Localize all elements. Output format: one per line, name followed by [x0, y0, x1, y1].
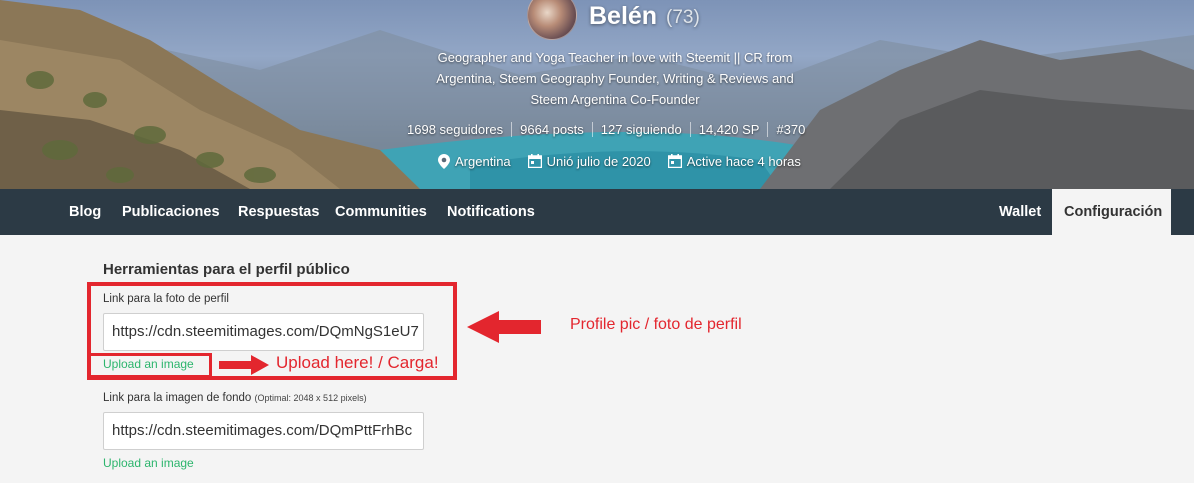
arrow-right-icon: [219, 355, 269, 375]
tab-respuestas[interactable]: Respuestas: [238, 189, 319, 235]
upload-cover-image-link[interactable]: Upload an image: [103, 456, 194, 470]
joined-date: Unió julio de 2020: [527, 153, 651, 169]
joined-text: Unió julio de 2020: [546, 153, 651, 169]
cover-image-url-input[interactable]: https://cdn.steemitimages.com/DQmPttFrhB…: [103, 412, 424, 450]
profile-stats: 1698 seguidores 9664 posts 127 siguiendo…: [407, 119, 813, 139]
location: Argentina: [438, 153, 511, 169]
tab-wallet[interactable]: Wallet: [999, 189, 1041, 235]
location-pin-icon: [438, 153, 450, 169]
rank: #370: [767, 121, 813, 137]
cover-image-hint: (Optimal: 2048 x 512 pixels): [254, 393, 367, 403]
profile-avatar[interactable]: [527, 0, 577, 40]
tab-publicaciones[interactable]: Publicaciones: [122, 189, 220, 235]
last-active: Active hace 4 horas: [667, 153, 801, 169]
calendar-icon: [527, 154, 542, 168]
posts-count: 9664 posts: [511, 121, 592, 137]
steem-power: 14,420 SP: [689, 121, 768, 137]
reputation-score: (73): [666, 7, 700, 28]
calendar-icon: [667, 154, 682, 168]
tab-blog[interactable]: Blog: [69, 189, 101, 235]
arrow-left-icon: [467, 311, 541, 343]
profile-nav: Blog Publicaciones Respuestas Communitie…: [0, 189, 1194, 235]
bio-line: Geographer and Yoga Teacher in love with…: [437, 50, 793, 65]
bio-line: Steem Argentina Co-Founder: [530, 92, 700, 107]
followers-count[interactable]: 1698 seguidores: [407, 122, 511, 137]
profile-name: Belén: [589, 2, 658, 30]
annotation-upload-text: Upload here! / Carga!: [276, 353, 439, 372]
profile-bio: Geographer and Yoga Teacher in love with…: [410, 47, 820, 110]
tab-notifications[interactable]: Notifications: [447, 189, 535, 235]
active-text: Active hace 4 horas: [686, 153, 801, 169]
profile-meta: Argentina Unió julio de 2020 Active hace…: [438, 152, 818, 170]
section-title: Herramientas para el perfil público: [103, 261, 350, 278]
cover-image-label-text: Link para la imagen de fondo: [103, 392, 252, 404]
cover-image-label: Link para la imagen de fondo (Optimal: 2…: [103, 392, 367, 404]
bio-line: Argentina, Steem Geography Founder, Writ…: [436, 71, 794, 86]
location-text: Argentina: [455, 153, 511, 169]
tab-communities[interactable]: Communities: [335, 189, 427, 235]
tab-settings[interactable]: Configuración: [1052, 189, 1171, 235]
annotation-box-upload: [87, 353, 212, 378]
annotation-profile-pic-text: Profile pic / foto de perfil: [570, 316, 742, 333]
profile-banner: Belén (73) Geographer and Yoga Teacher i…: [0, 0, 1194, 189]
following-count[interactable]: 127 siguiendo: [591, 121, 690, 137]
